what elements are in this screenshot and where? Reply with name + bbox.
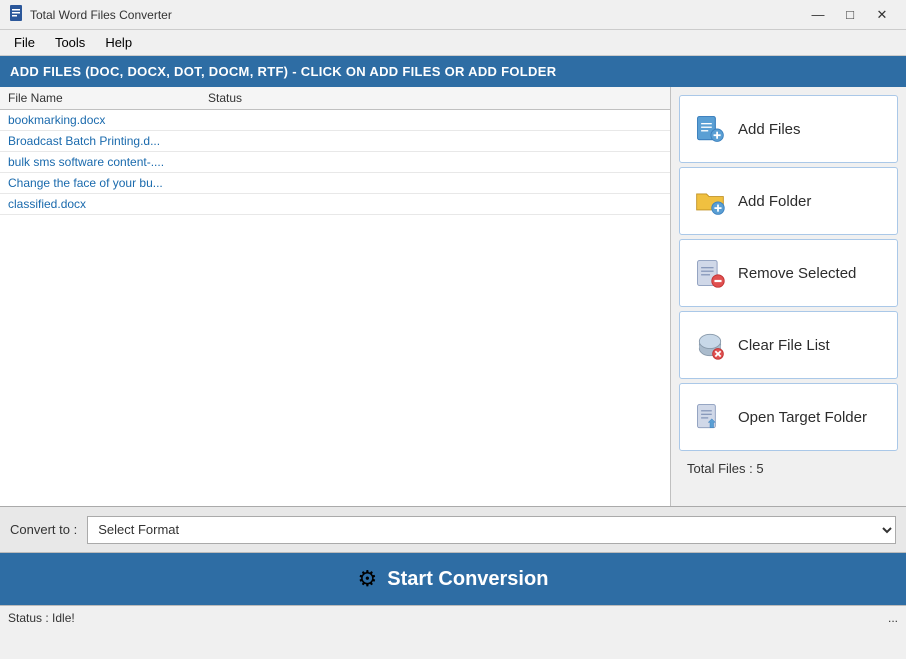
maximize-button[interactable]: □ [834, 0, 866, 30]
status-value: Idle! [52, 611, 75, 625]
title-controls: — □ ✕ [802, 0, 898, 30]
close-button[interactable]: ✕ [866, 0, 898, 30]
remove-selected-label: Remove Selected [738, 265, 856, 282]
row-filename: bulk sms software content-.... [8, 155, 208, 169]
table-row[interactable]: classified.docx [0, 194, 670, 215]
col-header-status: Status [208, 91, 662, 105]
header-banner: ADD FILES (DOC, DOCX, DOT, DOCM, RTF) - … [0, 56, 906, 87]
convert-area: Convert to : Select FormatPDFDOCDOCXRTFT… [0, 507, 906, 553]
minimize-button[interactable]: — [802, 0, 834, 30]
row-status [208, 197, 662, 211]
col-header-filename: File Name [8, 91, 208, 105]
row-status [208, 176, 662, 190]
app-icon [8, 5, 24, 24]
row-filename: Broadcast Batch Printing.d... [8, 134, 208, 148]
table-row[interactable]: Broadcast Batch Printing.d... [0, 131, 670, 152]
start-conversion-label: Start Conversion [387, 568, 548, 591]
row-filename: Change the face of your bu... [8, 176, 208, 190]
table-row[interactable]: bulk sms software content-.... [0, 152, 670, 173]
title-bar: Total Word Files Converter — □ ✕ [0, 0, 906, 30]
file-list-panel: File Name Status bookmarking.docx Broadc… [0, 87, 671, 506]
row-status [208, 113, 662, 127]
row-status [208, 134, 662, 148]
add-folder-button[interactable]: Add Folder [679, 167, 898, 235]
word-icon [8, 5, 24, 21]
open-target-folder-button[interactable]: Open Target Folder [679, 383, 898, 451]
status-dots: ... [888, 611, 898, 625]
file-rows[interactable]: bookmarking.docx Broadcast Batch Printin… [0, 110, 670, 506]
main-area: File Name Status bookmarking.docx Broadc… [0, 87, 906, 507]
buttons-panel: Add Files Add Folder [671, 87, 906, 506]
format-select[interactable]: Select FormatPDFDOCDOCXRTFTXTHTMLEPUBODT [87, 516, 896, 544]
add-folder-svg [694, 185, 726, 217]
table-row[interactable]: Change the face of your bu... [0, 173, 670, 194]
row-status [208, 155, 662, 169]
add-folder-icon [692, 183, 728, 219]
add-files-icon [692, 111, 728, 147]
menu-help[interactable]: Help [95, 32, 142, 53]
clear-file-list-svg [694, 329, 726, 361]
clear-file-list-icon [692, 327, 728, 363]
status-label: Status : [8, 611, 49, 625]
title-left: Total Word Files Converter [8, 5, 172, 24]
menu-file[interactable]: File [4, 32, 45, 53]
total-files: Total Files : 5 [679, 455, 898, 482]
menu-bar: File Tools Help [0, 30, 906, 56]
table-header: File Name Status [0, 87, 670, 110]
add-folder-label: Add Folder [738, 193, 811, 210]
clear-file-list-button[interactable]: Clear File List [679, 311, 898, 379]
open-target-folder-label: Open Target Folder [738, 409, 867, 426]
add-files-button[interactable]: Add Files [679, 95, 898, 163]
open-target-folder-svg [694, 401, 726, 433]
add-files-svg [694, 113, 726, 145]
remove-selected-svg [694, 257, 726, 289]
clear-file-list-label: Clear File List [738, 337, 830, 354]
start-conversion[interactable]: ⚙ Start Conversion [0, 553, 906, 605]
app-title: Total Word Files Converter [30, 8, 172, 22]
row-filename: bookmarking.docx [8, 113, 208, 127]
menu-tools[interactable]: Tools [45, 32, 95, 53]
gear-icon: ⚙ [358, 566, 378, 592]
remove-selected-icon [692, 255, 728, 291]
table-row[interactable]: bookmarking.docx [0, 110, 670, 131]
open-target-folder-icon [692, 399, 728, 435]
status-text: Status : Idle! [8, 611, 75, 625]
row-filename: classified.docx [8, 197, 208, 211]
convert-label: Convert to : [10, 522, 77, 537]
add-files-label: Add Files [738, 121, 801, 138]
remove-selected-button[interactable]: Remove Selected [679, 239, 898, 307]
status-bar: Status : Idle! ... [0, 605, 906, 629]
